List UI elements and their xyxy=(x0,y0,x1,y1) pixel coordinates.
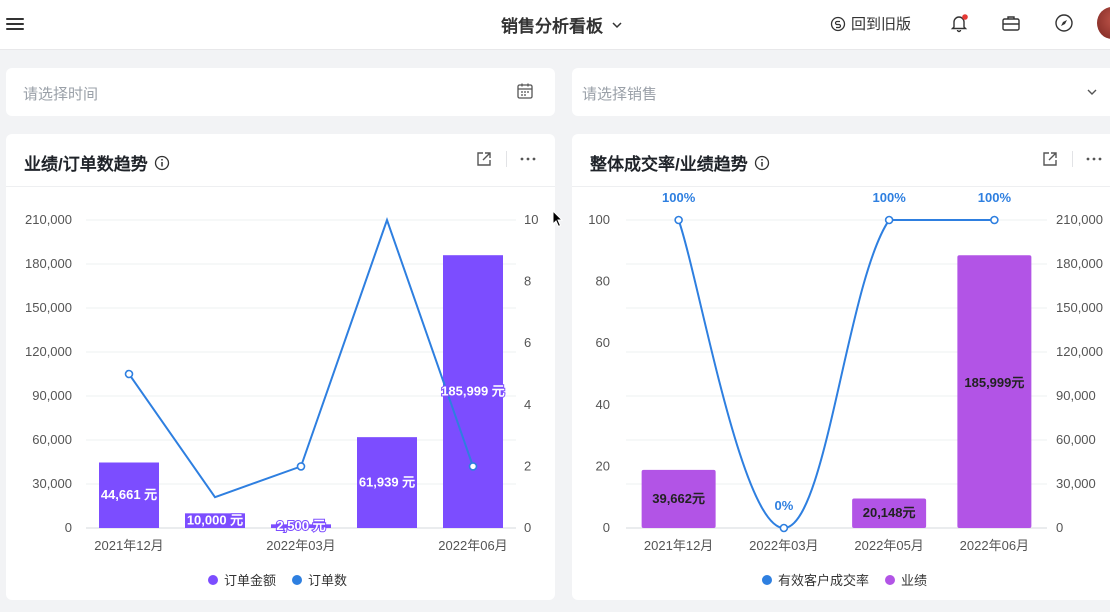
chart-legend: 订单金额 订单数 xyxy=(208,570,363,589)
external-link-icon[interactable] xyxy=(1041,150,1059,168)
y-right-tick-label: 150,000 xyxy=(1056,300,1103,315)
card-title: 整体成交率/业绩趋势 xyxy=(590,150,770,175)
card-header: 业绩/订单数趋势 xyxy=(6,134,555,187)
external-link-icon[interactable] xyxy=(475,150,493,168)
point-conversion-rate xyxy=(779,523,789,533)
sales-select-placeholder: 请选择销售 xyxy=(582,86,658,103)
y-left-tick-label: 0 xyxy=(603,520,610,535)
more-icon[interactable] xyxy=(519,150,537,168)
y-left-tick-label: 210,000 xyxy=(25,212,72,227)
y-right-tick-label: 210,000 xyxy=(1056,212,1103,227)
point-order-count xyxy=(468,462,478,471)
y-right-tick-label: 180,000 xyxy=(1056,256,1103,271)
point-conversion-rate xyxy=(884,215,894,225)
y-left-tick-label: 0 xyxy=(65,520,72,535)
legend-item-order-count[interactable]: 订单数 xyxy=(292,570,347,589)
info-icon[interactable] xyxy=(754,155,770,171)
bar-performance xyxy=(957,255,1032,528)
x-tick-label: 2021年12月 xyxy=(644,538,713,553)
bar-data-label: 61,939 元 xyxy=(359,475,415,490)
conversion-performance-chart: 0 20 40 60 80 100 0 30,000 60,000 90,000 120,000 15… xyxy=(588,190,1103,553)
bar-data-label: 39,662元 xyxy=(652,491,705,506)
card-header: 整体成交率/业绩趋势 xyxy=(572,134,1110,187)
legend-item-conversion-rate[interactable]: 有效客户成交率 xyxy=(762,570,869,589)
chart-legend: 有效客户成交率 业绩 xyxy=(762,570,943,589)
y-right-tick-label: 0 xyxy=(524,520,531,535)
y-left-tick-label: 60,000 xyxy=(32,432,72,447)
y-right-tick-label: 8 xyxy=(524,274,531,289)
line-data-label: 100% xyxy=(873,190,907,205)
y-right-tick-label: 6 xyxy=(524,335,531,350)
x-tick-label: 2022年03月 xyxy=(266,538,335,553)
bar-data-label: 185,999元 xyxy=(964,375,1024,390)
y-left-tick-label: 150,000 xyxy=(25,300,72,315)
bar-data-label: 2,500 元 xyxy=(276,518,325,533)
y-right-tick-label: 30,000 xyxy=(1056,476,1096,491)
y-left-tick-label: 60 xyxy=(596,335,610,350)
card-title: 业绩/订单数趋势 xyxy=(24,150,170,175)
legend-item-order-amount[interactable]: 订单金额 xyxy=(208,570,276,589)
line-data-label: 100% xyxy=(662,190,696,205)
point-conversion-rate xyxy=(990,215,999,225)
x-tick-label: 2022年05月 xyxy=(854,538,923,553)
x-tick-label: 2021年12月 xyxy=(94,538,163,553)
point-conversion-rate xyxy=(674,215,683,225)
line-data-label: 100% xyxy=(978,190,1012,205)
chevron-down-icon xyxy=(612,21,622,28)
chart-title: 整体成交率/业绩趋势 xyxy=(590,155,748,174)
x-tick-label: 2022年03月 xyxy=(749,538,818,553)
y-left-tick-label: 30,000 xyxy=(32,476,72,491)
point-order-count xyxy=(296,462,306,471)
y-right-tick-label: 120,000 xyxy=(1056,344,1103,359)
time-picker-placeholder: 请选择时间 xyxy=(23,86,99,103)
bar-data-label: 20,148元 xyxy=(863,505,916,520)
bar-data-label: 185,999 元 xyxy=(441,384,505,399)
chart-title: 业绩/订单数趋势 xyxy=(24,155,148,174)
info-icon[interactable] xyxy=(154,155,170,171)
refresh-icon xyxy=(830,16,846,31)
back-to-old-version-label: 回到旧版 xyxy=(851,16,912,33)
more-icon[interactable] xyxy=(1085,150,1103,168)
line-data-label: 0% xyxy=(774,498,793,513)
y-left-tick-label: 120,000 xyxy=(25,344,72,359)
performance-orders-chart: 0 30,000 60,000 90,000 120,000 150,000 180,000… xyxy=(25,212,538,553)
y-right-tick-label: 0 xyxy=(1056,520,1063,535)
bar-data-label: 44,661 元 xyxy=(101,487,157,502)
point-order-count xyxy=(124,369,134,379)
y-left-tick-label: 180,000 xyxy=(25,256,72,271)
y-left-tick-label: 40 xyxy=(596,397,610,412)
back-to-old-version-button[interactable]: 回到旧版 xyxy=(830,13,911,34)
avatar[interactable] xyxy=(1097,7,1110,39)
dashboard-title-selector[interactable]: 销售分析看板 xyxy=(501,12,623,37)
y-left-tick-label: 80 xyxy=(596,274,610,289)
line-conversion-rate xyxy=(677,219,995,530)
calendar-icon xyxy=(517,83,533,99)
chevron-down-icon xyxy=(1087,89,1097,95)
chart-card-performance-orders: 业绩/订单数趋势 0 30,000 60,000 90,000 120,000 150,0… xyxy=(6,134,555,600)
y-left-tick-label: 20 xyxy=(596,458,610,473)
y-right-tick-label: 60,000 xyxy=(1056,432,1096,447)
line-order-count xyxy=(128,216,474,499)
legend-item-performance[interactable]: 业绩 xyxy=(885,570,927,589)
chart-card-conversion-performance: 整体成交率/业绩趋势 0 20 40 60 80 100 0 30,000 60,000 90,0… xyxy=(572,134,1110,600)
top-bar: 销售分析看板 回到旧版 xyxy=(0,0,1110,50)
page-title: 销售分析看板 xyxy=(501,17,603,36)
y-right-tick-label: 4 xyxy=(524,397,531,412)
menu-icon[interactable] xyxy=(6,15,24,31)
y-left-tick-label: 100 xyxy=(588,212,610,227)
y-right-tick-label: 90,000 xyxy=(1056,388,1096,403)
bar-data-label: 10,000 元 xyxy=(187,513,243,528)
bell-icon[interactable] xyxy=(948,12,970,34)
sales-select[interactable]: 请选择销售 xyxy=(572,68,1110,116)
x-tick-label: 2022年06月 xyxy=(960,538,1029,553)
time-picker[interactable]: 请选择时间 xyxy=(6,68,555,116)
y-left-tick-label: 90,000 xyxy=(32,388,72,403)
mouse-cursor-icon xyxy=(552,210,564,228)
x-tick-label: 2022年06月 xyxy=(438,538,507,553)
y-right-tick-label: 10 xyxy=(524,212,538,227)
y-right-tick-label: 2 xyxy=(524,458,531,473)
briefcase-icon[interactable] xyxy=(1000,12,1022,34)
compass-icon[interactable] xyxy=(1053,12,1075,34)
